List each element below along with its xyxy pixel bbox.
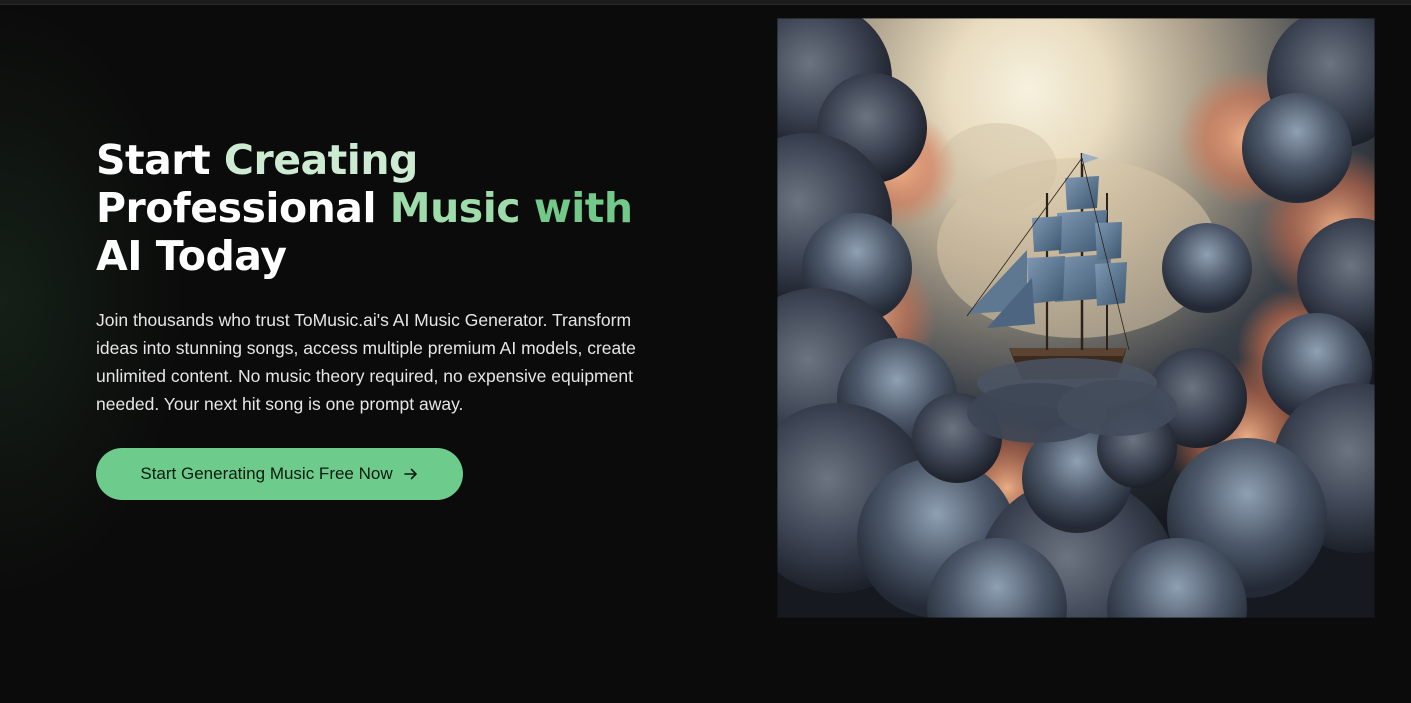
cta-label: Start Generating Music Free Now [140,464,393,483]
hero-section: Start Creating Professional Music with AI … [96,136,696,418]
start-generating-button[interactable]: Start Generating Music Free Now [96,448,463,500]
headline-word-with: with [533,184,633,232]
arrow-right-icon [403,468,417,480]
hero-description: Join thousands who trust ToMusic.ai's AI… [96,310,636,414]
headline-word-music: Music [389,184,534,232]
hero-headline: Start Creating Professional Music with AI … [96,136,696,280]
hero-artwork-image [777,18,1375,618]
headline-words-ai-today: AI Today [96,232,287,280]
headline-word-professional: Professional [96,184,390,232]
landing-page: Start Creating Professional Music with AI … [0,0,1411,703]
headline-word-creating: Creating [223,136,418,184]
ship-in-clouds-illustration [777,18,1375,618]
top-divider [0,0,1411,5]
headline-word-start: Start [96,136,224,184]
